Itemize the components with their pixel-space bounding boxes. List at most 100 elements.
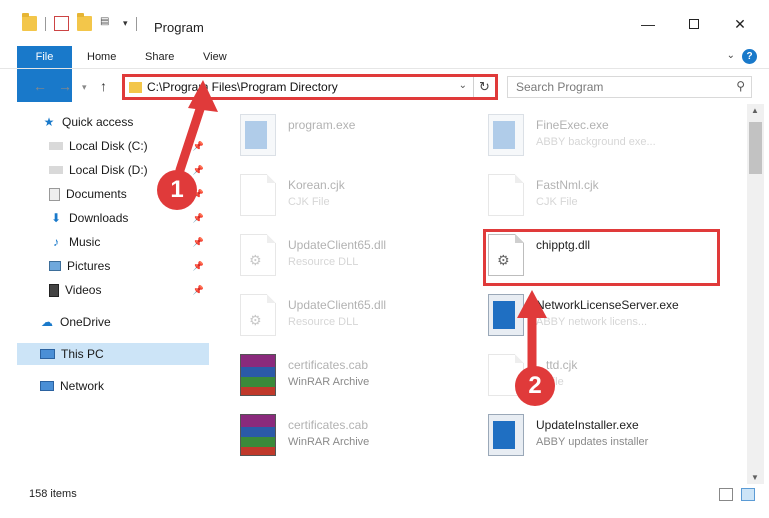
cloud-icon: ☁ — [41, 315, 53, 329]
file-type: Resource DLL — [288, 256, 359, 268]
file-item[interactable]: ⚙ UpdateClient65.dll Resource DLL — [240, 230, 460, 286]
address-path[interactable]: C:\Program Files\Program Directory — [147, 80, 338, 94]
file-name: certificates.cab — [288, 418, 369, 432]
forward-arrow-icon[interactable]: → — [58, 78, 72, 94]
vertical-scrollbar[interactable]: ▲ ▼ — [747, 104, 764, 484]
sidebar-item-local-disk-c[interactable]: Local Disk (C:) 📌 — [0, 135, 212, 157]
file-name: FastNml.cjk — [536, 178, 599, 192]
customize-icon[interactable]: ▤ — [100, 16, 115, 31]
search-input[interactable] — [508, 77, 718, 97]
close-button[interactable]: ✕ — [730, 14, 750, 34]
file-type: WinRAR Archive — [288, 376, 370, 388]
pin-icon[interactable]: 📌 — [193, 237, 204, 248]
maximize-button[interactable] — [684, 14, 704, 34]
navigation-pane: ★ Quick access Local Disk (C:) 📌 Local D… — [0, 104, 212, 484]
new-folder-icon[interactable] — [77, 13, 92, 31]
pin-icon[interactable]: 📌 — [193, 213, 204, 224]
chevron-down-icon[interactable]: ⌄ — [459, 80, 467, 91]
tab-home[interactable]: Home — [87, 46, 116, 68]
refresh-icon[interactable]: ↻ — [473, 77, 495, 97]
file-item[interactable]: NetworkLicenseServer.exe ABBY network li… — [488, 290, 728, 346]
sidebar-item-pictures[interactable]: Pictures 📌 — [0, 255, 212, 277]
search-icon[interactable]: ⚲ — [736, 79, 745, 93]
pin-icon[interactable]: 📌 — [193, 165, 204, 176]
archive-file-icon — [240, 354, 276, 396]
status-bar: 158 items — [0, 484, 769, 506]
documents-icon — [49, 187, 60, 201]
tab-view[interactable]: View — [203, 46, 227, 68]
sidebar-item-music[interactable]: ♪ Music 📌 — [0, 231, 212, 253]
sidebar-item-videos[interactable]: Videos 📌 — [0, 279, 212, 301]
sidebar-item-label: Music — [69, 235, 101, 249]
scroll-down-icon[interactable]: ▼ — [751, 473, 759, 482]
pin-icon[interactable]: 📌 — [193, 141, 204, 152]
file-name: UpdateClient65.dll — [288, 298, 387, 312]
sidebar-item-label: Pictures — [67, 259, 111, 273]
file-item[interactable]: certificates.cab WinRAR Archive — [240, 410, 460, 466]
sidebar-item-label: This PC — [61, 347, 104, 361]
sidebar-item-label: Local Disk (C:) — [69, 139, 148, 153]
chevron-down-icon[interactable]: ▾ — [123, 18, 128, 29]
sidebar-item-label: OneDrive — [60, 315, 111, 329]
network-icon — [40, 381, 54, 391]
sidebar-item-label: Downloads — [69, 211, 129, 225]
folder-icon[interactable] — [22, 13, 37, 31]
file-item[interactable]: ⚙ UpdateClient65.dll Resource DLL — [240, 290, 460, 346]
sidebar-item-label: Network — [60, 379, 105, 393]
file-name: Korean.cjk — [288, 178, 345, 192]
expand-ribbon-icon[interactable]: ⌄ — [727, 50, 735, 61]
file-type: Resource DLL — [288, 316, 359, 328]
document-file-icon — [488, 174, 524, 216]
videos-icon — [49, 283, 59, 297]
help-icon[interactable]: ? — [742, 49, 757, 64]
scrollbar-thumb[interactable] — [749, 122, 762, 174]
highlight-box — [483, 229, 720, 286]
sidebar-item-quick-access[interactable]: ★ Quick access — [0, 111, 212, 133]
properties-icon[interactable] — [54, 16, 69, 31]
file-item[interactable]: FineExec.exe ABBY background exe... — [488, 110, 728, 166]
search-box[interactable]: ⚲ — [507, 76, 752, 98]
details-view-icon[interactable] — [719, 488, 733, 501]
up-arrow-icon[interactable]: ↑ — [100, 78, 107, 94]
file-item[interactable]: certificates.cab WinRAR Archive — [240, 350, 460, 406]
tab-share[interactable]: Share — [145, 46, 174, 68]
gear-icon: ⚙ — [249, 252, 262, 268]
file-type: ABBY background exe... — [536, 136, 656, 148]
maximize-icon — [689, 19, 699, 29]
sidebar-item-network[interactable]: Network — [0, 375, 212, 397]
pin-icon[interactable]: 📌 — [193, 261, 204, 272]
file-list: program.exe Korean.cjk CJK File ⚙ Update… — [212, 104, 747, 484]
file-item[interactable]: UpdateInstaller.exe ABBY updates install… — [488, 410, 728, 466]
sidebar-item-label: Documents — [66, 187, 127, 201]
file-item[interactable]: FastNml.cjk CJK File — [488, 170, 728, 226]
file-type: WinRAR Archive — [288, 436, 370, 448]
folder-icon — [129, 82, 142, 93]
file-item[interactable]: program.exe — [240, 110, 460, 166]
pin-icon[interactable]: 📌 — [193, 285, 204, 296]
file-item[interactable]: Korean.cjk CJK File — [240, 170, 460, 226]
scroll-up-icon[interactable]: ▲ — [751, 106, 759, 115]
drive-icon — [49, 142, 63, 150]
file-type: ABBY network licens... — [536, 316, 648, 328]
title-bar: ▤ ▾ Program — ✕ — [0, 0, 769, 46]
address-bar[interactable]: C:\Program Files\Program Directory ⌄ ↻ — [122, 74, 498, 100]
exe-file-icon — [240, 114, 276, 156]
back-arrow-icon[interactable]: ← — [33, 78, 47, 94]
minimize-button[interactable]: — — [638, 14, 658, 34]
star-icon: ★ — [43, 115, 55, 129]
sidebar-item-onedrive[interactable]: ☁ OneDrive — [0, 311, 212, 333]
address-row: ← → ▾ ↑ C:\Program Files\Program Directo… — [0, 68, 769, 102]
divider — [135, 16, 137, 31]
file-type: CJK File — [288, 196, 330, 208]
recent-locations-icon[interactable]: ▾ — [82, 82, 87, 93]
pictures-icon — [49, 261, 61, 271]
step-2-badge: 2 — [515, 366, 555, 406]
exe-file-icon — [488, 294, 524, 336]
minimize-icon: — — [641, 16, 655, 32]
sidebar-item-this-pc[interactable]: This PC — [17, 343, 209, 365]
item-count: 158 items — [29, 488, 77, 500]
file-type: ABBY updates installer — [536, 436, 649, 448]
exe-file-icon — [488, 414, 524, 456]
large-icons-view-icon[interactable] — [741, 488, 755, 501]
sidebar-item-downloads[interactable]: ⬇ Downloads 📌 — [0, 207, 212, 229]
